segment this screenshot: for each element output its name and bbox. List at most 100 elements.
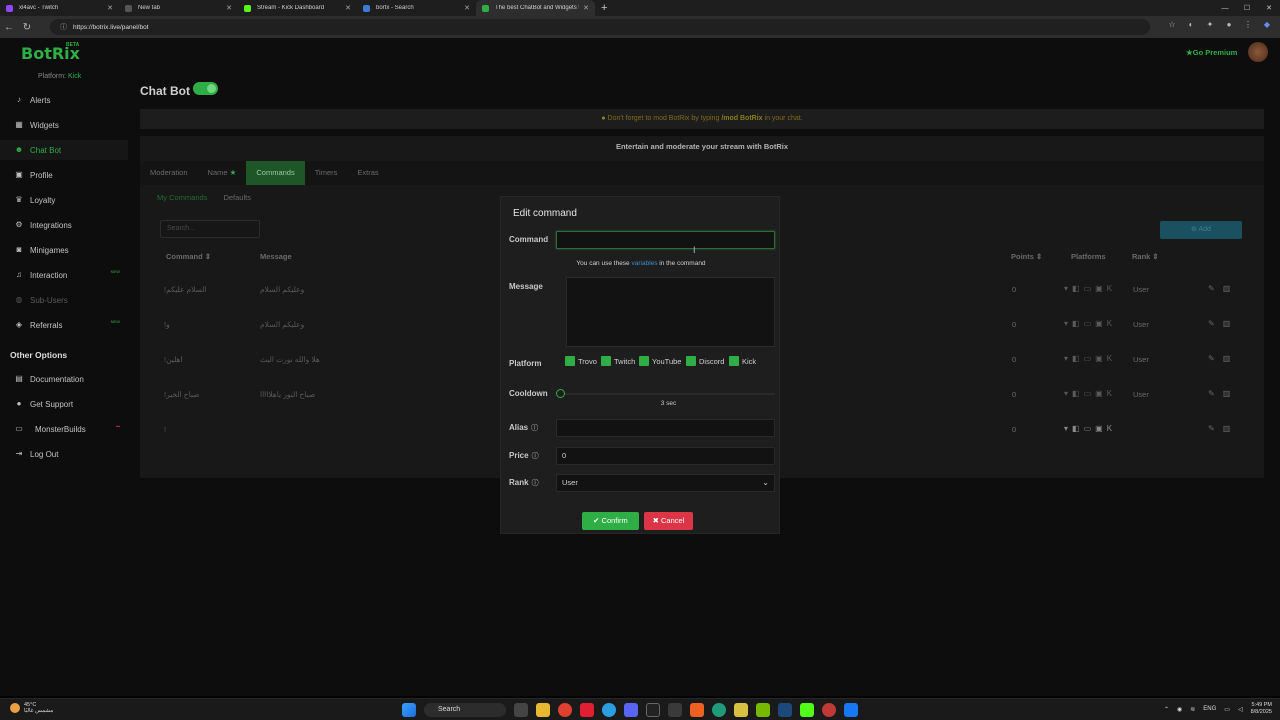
profile-avatar-icon[interactable]: ● [1224,20,1234,30]
tab-extras[interactable]: Extras [347,161,388,185]
variables-link[interactable]: variables [631,260,657,267]
browser-tab-active[interactable]: The best ChatBot and Widgets fo ✕ [476,0,595,16]
edge-icon[interactable] [712,703,726,717]
subtab-defaults[interactable]: Defaults [223,193,251,202]
kick-app-icon[interactable] [800,703,814,717]
back-icon[interactable]: ← [0,22,18,33]
app-icon[interactable] [668,703,682,717]
platform-checkbox-discord[interactable]: Discord [686,356,724,366]
nvidia-icon[interactable] [756,703,770,717]
sidebar-item-monsterbuilds[interactable]: ▭ MonsterBuilds ▬ [0,419,128,439]
windows-start-icon[interactable] [402,703,416,717]
new-tab-button[interactable]: + [601,2,607,14]
close-tab-icon[interactable]: ✕ [345,4,351,12]
site-info-icon[interactable]: ⓘ [60,22,67,32]
notes-icon[interactable] [734,703,748,717]
trash-icon[interactable]: ▥ [1223,284,1239,293]
info-icon[interactable]: ⓘ [532,480,539,487]
tab-name[interactable]: Name ★ [198,161,247,185]
sidebar-item-chat-bot[interactable]: ☻ Chat Bot [0,140,128,160]
chatbot-enable-toggle[interactable] [193,82,218,95]
go-premium-link[interactable]: ★Go Premium [1186,48,1237,57]
tab-timers[interactable]: Timers [305,161,348,185]
sidebar-item-get-support[interactable]: ● Get Support [0,394,128,414]
brave-icon[interactable] [690,703,704,717]
task-view-icon[interactable] [514,703,528,717]
puzzle-icon[interactable]: ✦ [1205,20,1215,30]
minimize-icon[interactable]: — [1214,5,1236,12]
sidebar-item-profile[interactable]: ▣ Profile [0,165,128,185]
info-icon[interactable]: ⓘ [531,425,538,432]
edit-icon[interactable]: ✎ [1208,424,1223,433]
close-tab-icon[interactable]: ✕ [226,4,232,12]
trash-icon[interactable]: ▥ [1223,389,1239,398]
wifi-icon[interactable]: ≋ [1190,706,1195,713]
steam-icon[interactable] [778,703,792,717]
command-input[interactable] [556,231,775,249]
sidebar-item-integrations[interactable]: ⚙ Integrations [0,215,128,235]
platform-checkbox-twitch[interactable]: Twitch [601,356,635,366]
platform-checkbox-trovo[interactable]: Trovo [565,356,597,366]
bookmark-star-icon[interactable]: ☆ [1167,20,1177,30]
browser-tab[interactable]: xl4avc - Twitch ✕ [0,0,119,16]
app-icon[interactable] [822,703,836,717]
copilot-icon[interactable]: ◆ [1262,20,1272,30]
sidebar-item-log-out[interactable]: ⇥ Log Out [0,444,128,464]
platform-checkbox-youtube[interactable]: YouTube [639,356,681,366]
alias-input[interactable] [556,419,775,437]
chevron-up-icon[interactable]: ⌃ [1164,706,1169,713]
price-input[interactable]: 0 [556,447,775,465]
file-explorer-icon[interactable] [536,703,550,717]
trash-icon[interactable]: ▥ [1223,319,1239,328]
cancel-button[interactable]: ✖ Cancel [644,512,693,530]
browser-tab[interactable]: New tab ✕ [119,0,238,16]
column-points[interactable]: Points ⇕ [1011,252,1042,261]
platform-checkbox-kick[interactable]: Kick [729,356,756,366]
sidebar-item-widgets[interactable]: ▦ Widgets [0,115,128,135]
sidebar-item-loyalty[interactable]: ♛ Loyalty [0,190,128,210]
add-command-button[interactable]: ⊕ Add [1160,221,1242,239]
reload-icon[interactable]: ↻ [18,22,36,33]
trash-icon[interactable]: ▥ [1223,354,1239,363]
discord-icon[interactable] [624,703,638,717]
close-tab-icon[interactable]: ✕ [107,4,113,12]
trash-icon[interactable]: ▥ [1223,424,1239,433]
close-window-icon[interactable]: ✕ [1258,4,1280,12]
address-bar[interactable]: ⓘ https://botrix.live/panel/bot [50,19,1150,35]
extensions-icon[interactable]: ◐ [1186,20,1196,30]
edit-icon[interactable]: ✎ [1208,319,1223,328]
menu-icon[interactable]: ⋮ [1243,20,1253,30]
edit-icon[interactable]: ✎ [1208,389,1223,398]
language-indicator[interactable]: ENG [1203,706,1216,712]
close-tab-icon[interactable]: ✕ [464,4,470,12]
network-icon[interactable]: ◉ [1177,706,1182,713]
browser-tab[interactable]: Stream - Kick Dashboard ✕ [238,0,357,16]
capcut-icon[interactable] [646,703,660,717]
user-avatar[interactable] [1248,42,1268,62]
info-icon[interactable]: ⓘ [532,453,539,460]
facebook-icon[interactable] [844,703,858,717]
confirm-button[interactable]: ✔ Confirm [582,512,639,530]
chrome-icon[interactable] [558,703,572,717]
browser-tab[interactable]: bortx - Search ✕ [357,0,476,16]
subtab-my-commands[interactable]: My Commands [157,193,207,202]
taskbar-search[interactable]: Search [424,703,506,717]
battery-icon[interactable]: ▭ [1224,706,1230,713]
maximize-icon[interactable]: ☐ [1236,4,1258,12]
youtube-icon[interactable] [580,703,594,717]
weather-widget[interactable]: 45°C مشمس غالبًا [10,702,53,714]
column-rank[interactable]: Rank ⇕ [1132,252,1159,261]
edit-icon[interactable]: ✎ [1208,354,1223,363]
telegram-icon[interactable] [602,703,616,717]
cooldown-slider-handle[interactable] [556,389,565,398]
tab-commands[interactable]: Commands [246,161,305,185]
sidebar-item-referrals[interactable]: ◈ Referrals NEW [0,315,128,335]
volume-icon[interactable]: ◁ [1238,706,1243,713]
tab-moderation[interactable]: Moderation [140,161,198,185]
message-textarea[interactable] [566,277,775,347]
close-tab-icon[interactable]: ✕ [583,4,589,12]
cooldown-slider-track[interactable] [561,393,775,395]
sidebar-item-sub-users[interactable]: ◍ Sub-Users [0,290,128,310]
sidebar-item-interaction[interactable]: ♫ Interaction NEW [0,265,128,285]
edit-icon[interactable]: ✎ [1208,284,1223,293]
